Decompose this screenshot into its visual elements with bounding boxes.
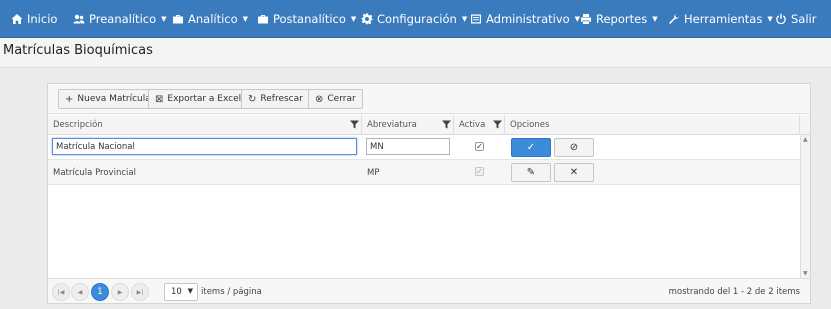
edit-button[interactable]: ✎ [511, 163, 551, 182]
close-label: Cerrar [327, 94, 356, 104]
nav-reportes[interactable]: Reportes ▼ [580, 0, 658, 38]
chevron-down-icon: ▼ [652, 15, 658, 23]
nav-preanalitico[interactable]: Preanalítico ▼ [73, 0, 167, 38]
plus-icon: + [65, 93, 74, 105]
descripcion-cell: Matrícula Provincial [53, 168, 136, 178]
close-circle-icon: ⊗ [315, 93, 324, 105]
page-button-current[interactable]: 1 [91, 283, 109, 301]
new-matricula-button[interactable]: + Nueva Matrícula [58, 89, 158, 109]
chevron-down-icon: ▼ [242, 15, 249, 23]
nav-preanalitico-label: Preanalítico [89, 12, 157, 26]
chevron-down-icon: ▼ [161, 15, 167, 23]
new-matricula-label: Nueva Matrícula [77, 94, 151, 104]
last-page-button[interactable]: ▶| [131, 283, 149, 301]
chevron-down-icon: ▼ [187, 287, 193, 295]
page-size-select[interactable]: 10 ▼ [164, 283, 198, 301]
col-activa-label: Activa [459, 120, 486, 130]
nav-analitico[interactable]: Analítico ▼ [172, 0, 248, 38]
filter-icon[interactable] [493, 120, 502, 129]
grid-pager: |◀ ◀ 1 ▶ ▶| 10 ▼ items / página mostrand… [48, 278, 810, 303]
vertical-scrollbar[interactable]: ▲ ▼ [800, 135, 810, 278]
descripcion-input[interactable] [52, 138, 357, 155]
power-icon [775, 13, 787, 25]
filter-icon[interactable] [350, 120, 359, 129]
nav-herramientas-label: Herramientas [684, 12, 763, 26]
matriculas-grid: + Nueva Matrícula ⊠ Exportar a Excel ↻ R… [47, 83, 811, 304]
refresh-label: Refrescar [260, 94, 303, 104]
first-page-button[interactable]: |◀ [52, 283, 70, 301]
col-abreviatura-header[interactable]: Abreviatura [362, 115, 454, 135]
col-descripcion-label: Descripción [53, 120, 103, 130]
nav-salir-label: Salir [791, 12, 817, 26]
pencil-icon: ✎ [526, 167, 536, 178]
nav-configuracion-label: Configuración [377, 12, 457, 26]
check-icon: ✓ [526, 142, 536, 153]
abreviatura-cell: MP [367, 168, 380, 178]
briefcase-icon [172, 13, 184, 25]
delete-button[interactable]: ✕ [554, 163, 594, 182]
export-excel-label: Exportar a Excel [167, 94, 242, 104]
refresh-button[interactable]: ↻ Refrescar [241, 89, 310, 109]
chevron-down-icon: ▼ [461, 15, 468, 23]
pager-summary: mostrando del 1 - 2 de 2 items [668, 287, 800, 297]
col-opciones-header: Opciones [505, 115, 800, 135]
x-icon: ✕ [569, 167, 579, 178]
top-navbar: Inicio Preanalítico ▼ Analítico ▼ Postan… [0, 0, 831, 38]
nav-analitico-label: Analítico [188, 12, 238, 26]
filter-icon[interactable] [442, 120, 451, 129]
scroll-down-icon[interactable]: ▼ [803, 270, 808, 277]
home-icon [11, 13, 23, 25]
grid-header: Descripción Abreviatura Activa Opciones [48, 115, 810, 135]
page-header: Matrículas Bioquímicas [0, 38, 831, 68]
list-icon [470, 13, 482, 25]
col-activa-header[interactable]: Activa [454, 115, 505, 135]
briefcase-icon [257, 13, 269, 25]
refresh-icon: ↻ [248, 93, 257, 105]
group-icon [73, 13, 85, 25]
nav-administrativo[interactable]: Administrativo ▼ [470, 0, 580, 38]
nav-administrativo-label: Administrativo [486, 12, 570, 26]
print-icon [580, 13, 592, 25]
save-button[interactable]: ✓ [511, 138, 551, 157]
excel-icon: ⊠ [155, 93, 164, 105]
page-title: Matrículas Bioquímicas [3, 43, 153, 58]
activa-checkbox: ✓ [475, 167, 484, 176]
grid-toolbar: + Nueva Matrícula ⊠ Exportar a Excel ↻ R… [48, 84, 810, 114]
close-button[interactable]: ⊗ Cerrar [308, 89, 363, 109]
nav-inicio[interactable]: Inicio [11, 0, 57, 38]
prev-page-button[interactable]: ◀ [71, 283, 89, 301]
chevron-down-icon: ▼ [767, 15, 773, 23]
nav-inicio-label: Inicio [27, 12, 58, 26]
page-size-value: 10 [171, 287, 182, 297]
nav-herramientas[interactable]: Herramientas ▼ [668, 0, 773, 38]
export-excel-button[interactable]: ⊠ Exportar a Excel [148, 89, 249, 109]
chevron-down-icon: ▼ [350, 15, 357, 23]
cancel-edit-button[interactable]: ⊘ [554, 138, 594, 157]
nav-reportes-label: Reportes [596, 12, 648, 26]
table-row: ✓ ✓ ⊘ [48, 135, 800, 160]
col-opciones-label: Opciones [510, 120, 550, 130]
gear-icon [361, 13, 373, 25]
wrench-icon [668, 13, 680, 25]
scroll-up-icon[interactable]: ▲ [803, 136, 808, 143]
nav-configuracion[interactable]: Configuración ▼ [361, 0, 467, 38]
col-abreviatura-label: Abreviatura [367, 120, 417, 130]
activa-checkbox[interactable]: ✓ [475, 142, 484, 151]
table-row: Matrícula Provincial MP ✓ ✎ ✕ [48, 160, 800, 185]
nav-salir[interactable]: Salir [775, 0, 816, 38]
nav-postanalitico-label: Postanalítico [273, 12, 346, 26]
next-page-button[interactable]: ▶ [111, 283, 129, 301]
col-descripcion-header[interactable]: Descripción [48, 115, 362, 135]
cancel-icon: ⊘ [569, 142, 579, 153]
nav-postanalitico[interactable]: Postanalítico ▼ [257, 0, 356, 38]
abreviatura-input[interactable] [366, 138, 450, 155]
page-size-label: items / página [201, 287, 262, 297]
